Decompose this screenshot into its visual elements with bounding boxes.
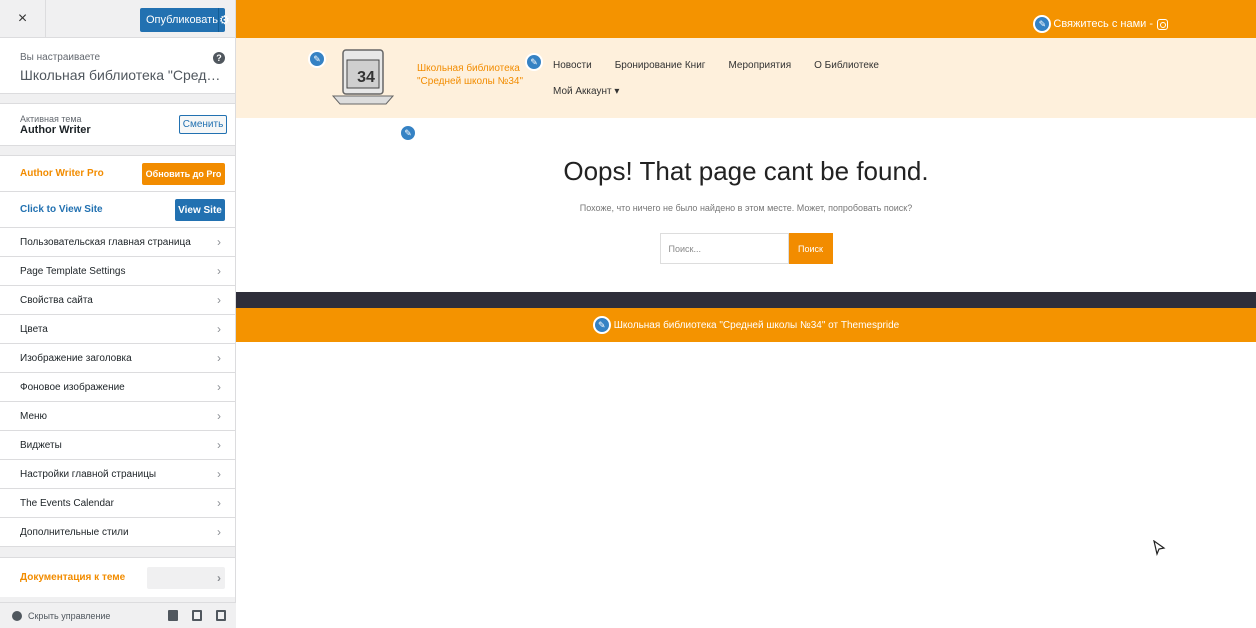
chevron-right-icon: › — [217, 351, 221, 365]
sidebar-item-label: Дополнительные стили — [20, 526, 129, 538]
customizing-site-name: Школьная библиотека "Средней ш... — [20, 67, 225, 83]
sidebar-item-label: Пользовательская главная страница — [20, 236, 191, 248]
footer-copyright: ✎ Школьная библиотека "Средней школы №34… — [236, 308, 1256, 342]
top-bar: ✎ Свяжитесь с нами - — [236, 0, 1256, 38]
sidebar-item-label: Изображение заголовка — [20, 352, 132, 364]
hide-controls-icon[interactable] — [12, 610, 22, 621]
sidebar-item-label: Page Template Settings — [20, 265, 126, 277]
site-preview: ✎ Свяжитесь с нами - ✎ 34 ✎ Школьная биб… — [236, 0, 1256, 628]
edit-pencil-icon[interactable]: ✎ — [399, 124, 417, 142]
sidebar-item-colors[interactable]: Цвета › — [0, 315, 235, 344]
nav-item-my-account[interactable]: Мой Аккаунт ▾ — [553, 86, 619, 97]
chevron-right-icon: › — [217, 467, 221, 481]
customizing-label: Вы настраиваете — [20, 52, 101, 63]
pro-row-label: Author Writer Pro — [20, 168, 104, 179]
theme-docs-label: Документация к теме — [20, 572, 126, 583]
edit-pencil-icon[interactable]: ✎ — [592, 316, 611, 334]
search-form: Поиск... Поиск — [236, 233, 1256, 264]
chevron-right-icon: › — [217, 525, 221, 539]
view-row-label: Click to View Site — [20, 204, 103, 215]
sidebar-item-label: Свойства сайта — [20, 294, 93, 306]
nav-item-book-reservation[interactable]: Бронирование Книг — [615, 60, 706, 71]
sidebar-item-menus[interactable]: Меню › — [0, 402, 235, 431]
page-title: Oops! That page cant be found. — [563, 156, 929, 186]
chevron-right-icon: › — [217, 322, 221, 336]
sidebar-item-site-identity[interactable]: Свойства сайта › — [0, 286, 235, 315]
instagram-icon[interactable] — [1157, 18, 1168, 30]
theme-docs-button[interactable]: › — [147, 567, 225, 589]
search-input[interactable]: Поиск... — [659, 233, 789, 264]
desktop-icon[interactable] — [168, 610, 178, 621]
edit-pencil-icon[interactable]: ✎ — [525, 53, 543, 71]
chevron-right-icon: › — [217, 380, 221, 394]
help-icon[interactable]: ? — [213, 52, 225, 64]
chevron-right-icon: › — [217, 264, 221, 278]
not-found-content: Oops! That page cant be found. Похоже, ч… — [236, 118, 1256, 264]
contact-link[interactable]: ✎ Свяжитесь с нами - — [1033, 15, 1168, 33]
sidebar-item-background-image[interactable]: Фоновое изображение › — [0, 373, 235, 402]
mouse-cursor-icon — [1153, 540, 1166, 556]
view-site-button[interactable]: View Site — [175, 199, 225, 221]
active-theme-section: Активная тема Author Writer Сменить — [0, 104, 235, 146]
site-header: ✎ 34 ✎ Школьная библиотека "Средней школ… — [236, 38, 1256, 142]
chevron-right-icon: › — [217, 235, 221, 249]
sidebar-item-page-template[interactable]: Page Template Settings › — [0, 257, 235, 286]
view-site-row: Click to View Site View Site — [0, 192, 235, 228]
publish-label: Опубликовать — [146, 14, 218, 26]
chevron-right-icon: › — [217, 293, 221, 307]
not-found-description: Похоже, что ничего не было найдено в это… — [579, 203, 913, 213]
logo-number: 34 — [357, 69, 375, 86]
divider — [0, 94, 235, 104]
sidebar-item-label: The Events Calendar — [20, 497, 114, 509]
theme-docs-row: Документация к теме › — [0, 557, 235, 597]
site-logo[interactable]: 34 — [328, 46, 398, 108]
mobile-icon[interactable] — [216, 610, 226, 621]
pro-upgrade-row: Author Writer Pro Обновить до Pro — [0, 156, 235, 192]
main-nav: Новости Бронирование Книг Мероприятия О … — [553, 60, 879, 71]
sidebar-item-label: Настройки главной страницы — [20, 468, 157, 480]
site-title[interactable]: Школьная библиотека "Средней школы №34" — [417, 62, 537, 88]
footer-widgets-bar — [236, 292, 1256, 308]
sidebar-item-header-image[interactable]: Изображение заголовка › — [0, 344, 235, 373]
sidebar-item-label: Виджеты — [20, 439, 62, 451]
hide-controls-label[interactable]: Скрыть управление — [28, 611, 110, 621]
sidebar-item-label: Фоновое изображение — [20, 381, 125, 393]
sidebar-item-label: Меню — [20, 410, 48, 422]
sidebar-footer: Скрыть управление — [0, 602, 236, 628]
chevron-right-icon: › — [217, 496, 221, 510]
sidebar-item-homepage-settings[interactable]: Настройки главной страницы › — [0, 460, 235, 489]
upgrade-pro-button[interactable]: Обновить до Pro — [142, 163, 225, 185]
edit-pencil-icon[interactable]: ✎ — [1033, 15, 1052, 33]
nav-item-news[interactable]: Новости — [553, 60, 592, 71]
sidebar-item-custom-homepage[interactable]: Пользовательская главная страница › — [0, 228, 235, 257]
edit-pencil-icon[interactable]: ✎ — [308, 50, 326, 68]
chevron-right-icon: › — [217, 571, 221, 585]
footer-text[interactable]: Школьная библиотека "Средней школы №34" … — [614, 320, 899, 331]
divider — [0, 146, 235, 156]
sidebar-item-label: Цвета — [20, 323, 48, 335]
close-customizer-button[interactable]: × — [0, 0, 46, 38]
nav-item-events[interactable]: Мероприятия — [728, 60, 791, 71]
gear-icon[interactable]: ⚙ — [217, 8, 230, 32]
chevron-right-icon: › — [217, 409, 221, 423]
tablet-icon[interactable] — [192, 610, 202, 621]
customizer-menu: Пользовательская главная страница › Page … — [0, 228, 235, 547]
customizer-sidebar: × Опубликовать ⚙ Вы настраиваете Школьна… — [0, 0, 236, 628]
search-button[interactable]: Поиск — [788, 233, 833, 264]
device-preview-toggles — [168, 610, 226, 621]
chevron-right-icon: › — [217, 438, 221, 452]
contact-label: Свяжитесь с нами - — [1053, 18, 1153, 30]
sidebar-item-events-calendar[interactable]: The Events Calendar › — [0, 489, 235, 518]
sidebar-item-widgets[interactable]: Виджеты › — [0, 431, 235, 460]
customizing-info: Вы настраиваете Школьная библиотека "Сре… — [0, 38, 235, 94]
change-theme-button[interactable]: Сменить — [179, 115, 227, 134]
sidebar-item-additional-css[interactable]: Дополнительные стили › — [0, 518, 235, 547]
nav-item-about[interactable]: О Библиотеке — [814, 60, 879, 71]
sidebar-header: × Опубликовать ⚙ — [0, 0, 235, 38]
publish-button[interactable]: Опубликовать ⚙ — [140, 8, 230, 32]
